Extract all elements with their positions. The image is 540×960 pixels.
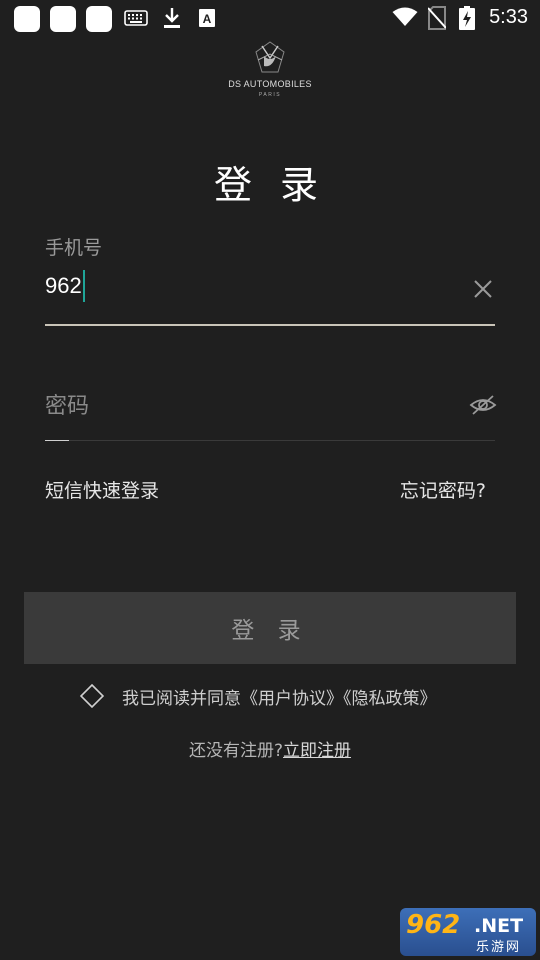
agreement-row: 我已阅读并同意《用户协议》《隐私政策》 xyxy=(80,682,437,710)
keyboard-icon xyxy=(124,10,148,26)
app-square-icon xyxy=(86,6,112,32)
status-bar: A 5:33 xyxy=(0,0,540,36)
font-icon: A xyxy=(199,9,215,27)
wifi-icon xyxy=(392,7,418,26)
app-square-icon xyxy=(50,6,76,32)
status-clock: 5:33 xyxy=(489,6,528,28)
sms-login-link[interactable]: 短信快速登录 xyxy=(45,476,159,503)
watermark-num: 962 xyxy=(406,910,461,940)
brand-sub: PARIS xyxy=(258,92,282,98)
forgot-password-link[interactable]: 忘记密码? xyxy=(400,476,486,503)
ds-logo-icon xyxy=(255,41,285,73)
text-cursor xyxy=(82,270,85,302)
phone-underline xyxy=(45,324,495,326)
register-row: 还没有注册?立即注册 xyxy=(0,736,540,761)
login-button[interactable]: 登 录 xyxy=(24,592,516,664)
app-square-icon xyxy=(14,6,40,32)
page-title: 登 录 xyxy=(213,163,327,207)
phone-input[interactable]: 962 xyxy=(45,270,85,302)
clear-icon[interactable] xyxy=(470,276,496,302)
watermark-logo: 962 .NET 乐游网 xyxy=(400,908,536,956)
watermark-cn: 乐游网 xyxy=(476,940,522,955)
register-link[interactable]: 立即注册 xyxy=(283,741,351,761)
register-prompt: 还没有注册? xyxy=(188,741,284,761)
watermark-net: .NET xyxy=(474,915,524,937)
brand-name: DS AUTOMOBILES xyxy=(228,79,312,89)
svg-text:A: A xyxy=(203,12,212,26)
phone-input-value: 962 xyxy=(45,273,82,298)
password-underline-accent xyxy=(45,440,69,441)
agreement-text[interactable]: 我已阅读并同意《用户协议》《隐私政策》 xyxy=(122,684,437,709)
download-icon xyxy=(164,8,180,28)
phone-label: 手机号 xyxy=(45,237,103,259)
eye-hidden-icon[interactable] xyxy=(469,392,497,418)
no-sim-icon xyxy=(428,6,446,30)
battery-charging-icon xyxy=(459,6,475,30)
brand-logo: DS AUTOMOBILES PARIS xyxy=(210,38,330,102)
password-underline xyxy=(45,440,495,441)
password-input[interactable] xyxy=(45,388,445,424)
agreement-checkbox[interactable] xyxy=(80,684,104,708)
